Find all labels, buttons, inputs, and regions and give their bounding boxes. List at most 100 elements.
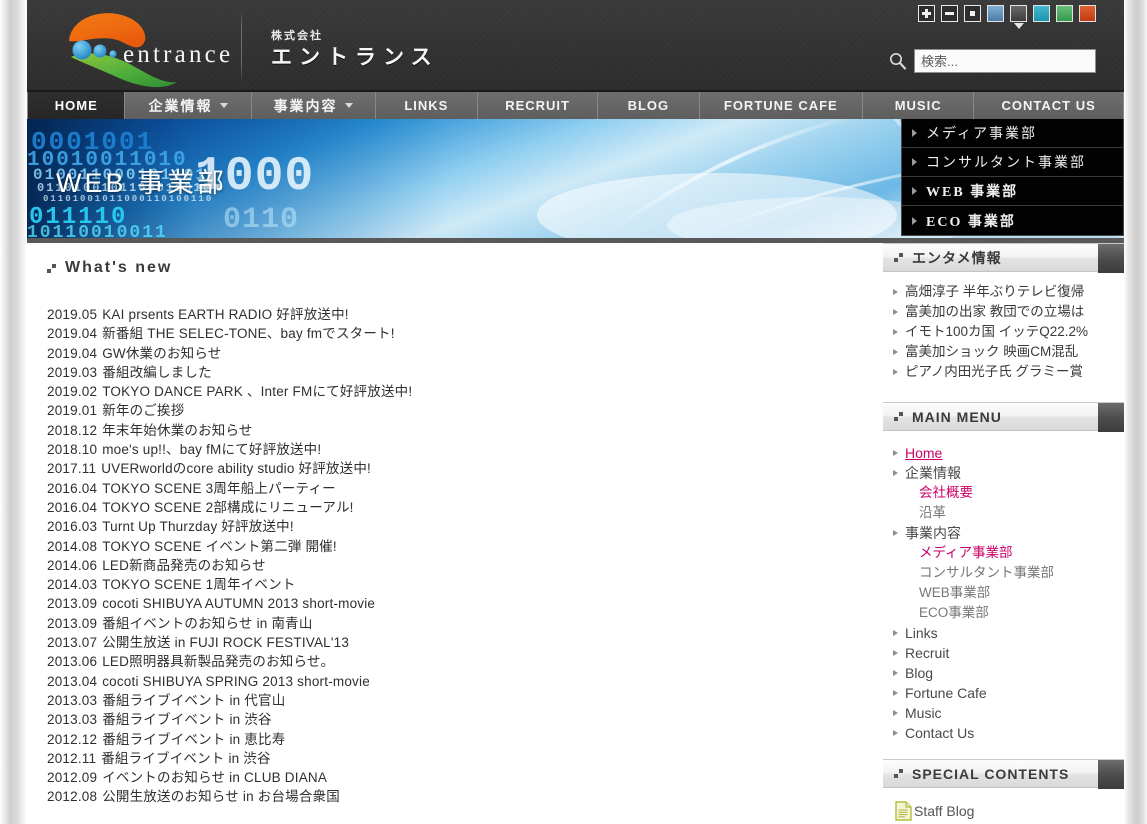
news-item[interactable]: 2019.04 新番組 THE SELEC-TONE、bay fmでスタート! [47, 324, 863, 343]
arrow-right-icon [893, 650, 898, 656]
sidebar-subitem-web[interactable]: WEB事業部 [893, 583, 1116, 603]
news-item[interactable]: 2013.03 番組ライブイベント in 渋谷 [47, 710, 863, 729]
corporate-name: エントランス [271, 46, 439, 69]
arrow-right-icon [893, 690, 898, 696]
nav-item-music[interactable]: MUSIC [863, 92, 975, 119]
sidebar-item-company-info[interactable]: 企業情報 [893, 463, 1116, 483]
svg-text:0110: 0110 [223, 203, 299, 237]
site-header: entrance 株式会社 エントランス [27, 0, 1124, 92]
dropdown-item-eco[interactable]: ECO 事業部 [902, 206, 1123, 235]
font-size-decrease-button[interactable] [941, 5, 958, 22]
sidebar-item-fortune-cafe[interactable]: Fortune Cafe [893, 683, 1116, 703]
sidebar-subitem-eco[interactable]: ECO事業部 [893, 603, 1116, 623]
list-item[interactable]: 高畑淳子 半年ぶりテレビ復帰 [893, 282, 1116, 302]
nav-item-business-content[interactable]: 事業内容 [252, 92, 376, 119]
theme-swatch-cyan[interactable] [1033, 5, 1050, 22]
arrow-right-icon [893, 289, 898, 295]
nav-item-blog[interactable]: BLOG [598, 92, 700, 119]
font-size-reset-button[interactable] [964, 5, 981, 22]
hero-title: WEB 事業部 [56, 168, 228, 198]
news-item[interactable]: 2014.08 TOKYO SCENE イベント第二弾 開催! [47, 537, 863, 556]
news-item[interactable]: 2018.10 moe's up!!、bay fMにて好評放送中! [47, 440, 863, 459]
list-item[interactable]: イモト100カ国 イッテQ22.2% [893, 322, 1116, 342]
news-item[interactable]: 2012.08 公開生放送のお知らせ in お台場合衆国 [47, 787, 863, 806]
news-text: 番組ライブイベント in 恵比寿 [102, 731, 286, 747]
sidebar-item-recruit[interactable]: Recruit [893, 643, 1116, 663]
item-label: Links [905, 625, 938, 641]
sidebar-subitem-media[interactable]: メディア事業部 [893, 543, 1116, 563]
news-item[interactable]: 2014.06 LED新商品発売のお知らせ [47, 556, 863, 575]
nav-item-home[interactable]: HOME [27, 92, 126, 119]
nav-item-company-info[interactable]: 企業情報 [125, 92, 252, 119]
list-item[interactable]: 富美加ショック 映画CM混乱 [893, 342, 1116, 362]
dropdown-item-media[interactable]: メディア事業部 [902, 119, 1123, 148]
search-input[interactable] [914, 49, 1096, 73]
nav-item-recruit[interactable]: RECRUIT [478, 92, 599, 119]
list-item[interactable]: ピアノ内田光子氏 グラミー賞 [893, 362, 1116, 382]
news-item[interactable]: 2019.04 GW休業のお知らせ [47, 344, 863, 363]
news-item[interactable]: 2016.03 Turnt Up Thurzday 好評放送中! [47, 517, 863, 536]
news-item[interactable]: 2013.04 cocoti SHIBUYA SPRING 2013 short-… [47, 672, 863, 691]
sidebar-subitem-consultant[interactable]: コンサルタント事業部 [893, 563, 1116, 583]
site-logo[interactable]: entrance [55, 5, 240, 89]
arrow-right-icon [893, 329, 898, 335]
header-divider [241, 9, 242, 83]
nav-item-contact-us[interactable]: CONTACT US [974, 92, 1124, 119]
theme-swatch-orange[interactable] [1079, 5, 1096, 22]
news-text: UVERworldのcore ability studio 好評放送中! [101, 461, 371, 477]
panel-spacer [883, 751, 1124, 759]
news-item[interactable]: 2012.09 イベントのお知らせ in CLUB DIANA [47, 768, 863, 787]
section-title-text: What's new [65, 259, 173, 276]
news-item[interactable]: 2019.01 新年のご挨拶 [47, 401, 863, 420]
panel-body-special-contents: Staff Blog [883, 788, 1124, 824]
news-item[interactable]: 2019.02 TOKYO DANCE PARK 、Inter FMにて好評放送中… [47, 382, 863, 401]
news-item[interactable]: 2014.03 TOKYO SCENE 1周年イベント [47, 575, 863, 594]
sidebar-subitem-company-overview[interactable]: 会社概要 [893, 483, 1116, 503]
news-item[interactable]: 2013.06 LED照明器具新製品発売のお知らせ。 [47, 652, 863, 671]
list-item[interactable]: 富美加の出家 教団での立場は [893, 302, 1116, 322]
sidebar-item-links[interactable]: Links [893, 623, 1116, 643]
arrow-right-icon [893, 530, 898, 536]
news-item[interactable]: 2012.11 番組ライブイベント in 渋谷 [47, 749, 863, 768]
nav-label: 企業情報 [148, 97, 213, 114]
news-text: 番組ライブイベント in 代官山 [102, 692, 286, 708]
sidebar-item-business-content[interactable]: 事業内容 [893, 523, 1116, 543]
news-item[interactable]: 2019.03 番組改編しました [47, 363, 863, 382]
plus-icon [922, 9, 931, 18]
sidebar-subitem-history[interactable]: 沿革 [893, 503, 1116, 523]
news-item[interactable]: 2013.09 cocoti SHIBUYA AUTUMN 2013 short-… [47, 594, 863, 613]
theme-swatch-dark-gray[interactable] [1010, 5, 1027, 22]
dropdown-item-web[interactable]: WEB 事業部 [902, 177, 1123, 206]
news-date: 2013.04 [47, 673, 98, 689]
sidebar-item-contact-us[interactable]: Contact Us [893, 723, 1116, 743]
news-item[interactable]: 2016.04 TOKYO SCENE 2部構成にリニューアル! [47, 498, 863, 517]
sidebar: エンタメ情報 高畑淳子 半年ぶりテレビ復帰 富美加の出家 教団での立場は イモト… [883, 243, 1124, 824]
news-item[interactable]: 2018.12 年末年始休業のお知らせ [47, 421, 863, 440]
sidebar-item-music[interactable]: Music [893, 703, 1116, 723]
theme-swatch-green[interactable] [1056, 5, 1073, 22]
news-item[interactable]: 2016.04 TOKYO SCENE 3周年船上パーティー [47, 479, 863, 498]
nav-item-fortune-cafe[interactable]: FORTUNE CAFE [700, 92, 864, 119]
dropdown-item-consultant[interactable]: コンサルタント事業部 [902, 148, 1123, 177]
nav-label: FORTUNE CAFE [723, 98, 838, 113]
news-item[interactable]: 2013.03 番組ライブイベント in 代官山 [47, 691, 863, 710]
square-bullet-icon [894, 253, 903, 262]
news-text: 新番組 THE SELEC-TONE、bay fmでスタート! [102, 326, 395, 342]
sidebar-item-home[interactable]: Home [893, 443, 1116, 463]
news-item[interactable]: 2017.11 UVERworldのcore ability studio 好評放… [47, 459, 863, 478]
page-root: entrance 株式会社 エントランス 検索... HOME 企業情報 事業内… [0, 0, 1147, 824]
sidebar-item-blog[interactable]: Blog [893, 663, 1116, 683]
chevron-down-icon [219, 103, 228, 108]
special-item-staff-blog[interactable]: Staff Blog [895, 801, 1116, 821]
news-item[interactable]: 2019.05 KAI prsents EARTH RADIO 好評放送中! [47, 305, 863, 324]
news-text: イベントのお知らせ in CLUB DIANA [102, 770, 328, 786]
news-item[interactable]: 2013.09 番組イベントのお知らせ in 南青山 [47, 614, 863, 633]
arrow-right-icon [893, 710, 898, 716]
news-item[interactable]: 2012.12 番組ライブイベント in 恵比寿 [47, 730, 863, 749]
panel-special-contents: SPECIAL CONTENTS Staff Blog [883, 759, 1124, 824]
theme-swatch-blue-gray[interactable] [987, 5, 1004, 22]
font-size-increase-button[interactable] [918, 5, 935, 22]
news-item[interactable]: 2013.07 公開生放送 in FUJI ROCK FESTIVAL'13 [47, 633, 863, 652]
nav-item-links[interactable]: LINKS [376, 92, 479, 119]
news-date: 2019.01 [47, 403, 98, 419]
